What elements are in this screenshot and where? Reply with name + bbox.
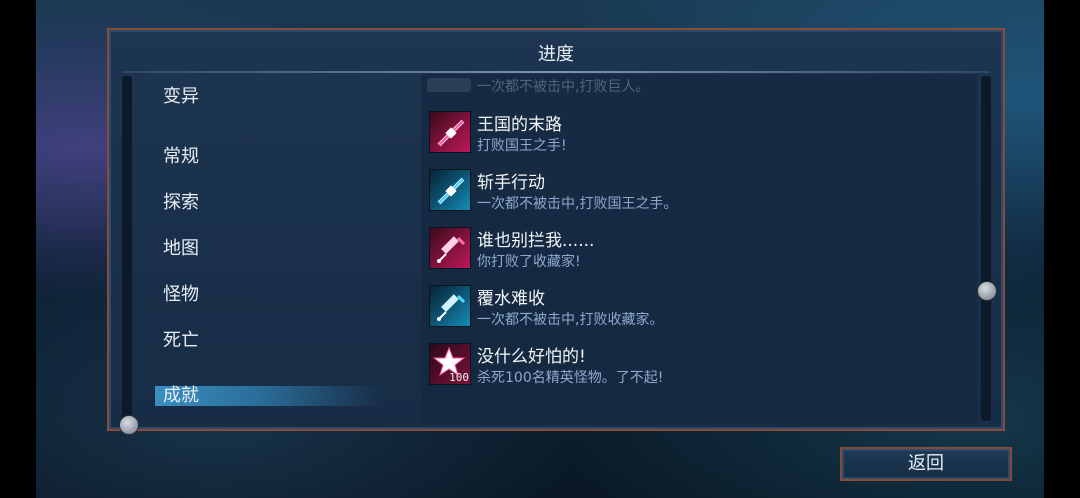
category-general[interactable]: 常规	[163, 142, 199, 168]
left-letterbox	[0, 0, 36, 498]
achievement-name: 斩手行动	[477, 173, 545, 193]
category-achievements[interactable]: 成就	[155, 386, 383, 406]
achievement-row[interactable]: 100 没什么好怕的! 杀死100名精英怪物。了不起!	[429, 340, 969, 390]
achievement-row[interactable]: 王国的末路 打败国王之手!	[429, 108, 969, 158]
category-deaths[interactable]: 死亡	[163, 326, 199, 352]
category-exploration[interactable]: 探索	[163, 188, 199, 214]
achievement-desc: 一次都不被击中,打败国王之手。	[477, 196, 678, 212]
category-mutations[interactable]: 变异	[163, 82, 199, 108]
achievement-desc: 打败国王之手!	[477, 138, 567, 154]
category-monsters[interactable]: 怪物	[163, 280, 199, 306]
panel-title: 进度	[538, 44, 574, 65]
partial-achievement-icon	[427, 78, 471, 92]
achievement-row[interactable]: 谁也别拦我...... 你打败了收藏家!	[429, 224, 969, 274]
achievement-name: 没什么好怕的!	[477, 347, 586, 367]
sword-pink-icon	[429, 111, 471, 153]
sword-cyan-icon	[429, 169, 471, 211]
partial-achievement-desc: 一次都不被击中,打败巨人。	[477, 79, 650, 95]
achievement-row[interactable]: 覆水难收 一次都不被击中,打败收藏家。	[429, 282, 969, 332]
category-map[interactable]: 地图	[163, 234, 199, 260]
achievement-desc: 杀死100名精英怪物。了不起!	[477, 370, 664, 386]
achievement-name: 覆水难收	[477, 289, 545, 309]
achievement-row[interactable]: 斩手行动 一次都不被击中,打败国王之手。	[429, 166, 969, 216]
title-divider	[123, 71, 989, 73]
achievement-name: 王国的末路	[477, 115, 562, 135]
achievement-scrollbar[interactable]	[981, 76, 991, 421]
progress-panel: 进度 变异 常规 探索 地图 怪物 死亡 成就 一次都不被击中,打败巨人。 王国…	[107, 28, 1005, 435]
syringe-pink-icon	[429, 227, 471, 269]
back-button[interactable]: 返回	[840, 447, 1012, 481]
achievement-desc: 一次都不被击中,打败收藏家。	[477, 312, 664, 328]
achievement-desc: 你打败了收藏家!	[477, 254, 581, 270]
right-letterbox	[1044, 0, 1080, 498]
achievement-list[interactable]: 一次都不被击中,打败巨人。 王国的末路 打败国王之手! 斩手行动 一次都不被击中…	[421, 74, 977, 424]
category-scroll-knob[interactable]	[119, 415, 139, 435]
category-scrollbar[interactable]	[122, 76, 132, 421]
achievement-scroll-knob[interactable]	[977, 281, 997, 301]
achievement-name: 谁也别拦我......	[477, 231, 595, 251]
star-pink-icon: 100	[429, 343, 471, 385]
syringe-cyan-icon	[429, 285, 471, 327]
achievement-badge-count: 100	[449, 371, 469, 384]
